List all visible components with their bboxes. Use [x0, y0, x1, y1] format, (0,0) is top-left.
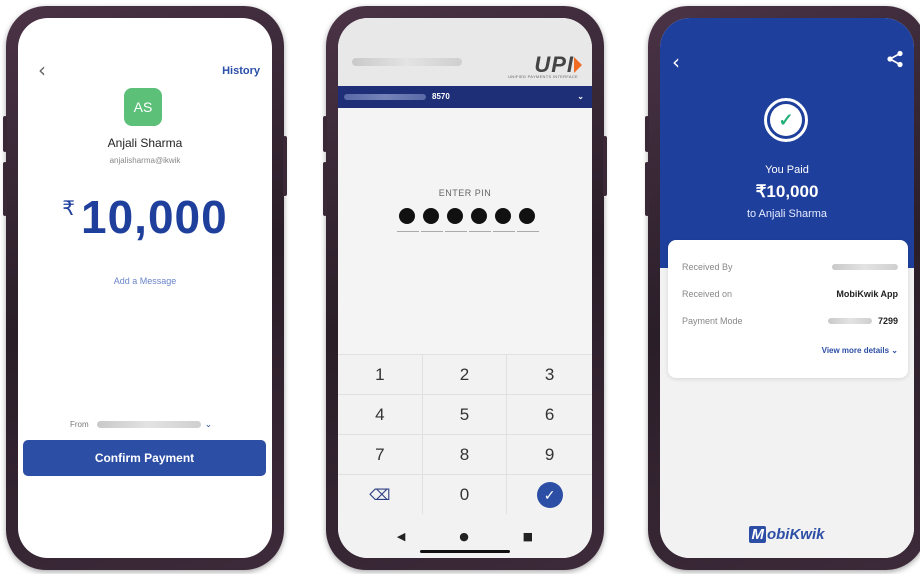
backspace-icon: ⌫	[369, 485, 391, 504]
account-selector-bar[interactable]: 8570 ⌄	[338, 86, 592, 108]
receipt-header	[660, 18, 914, 268]
detail-label: Received By	[682, 262, 733, 272]
detail-label: Received on	[682, 289, 733, 299]
back-triangle-icon[interactable]: ◀	[397, 530, 405, 543]
amount-display[interactable]: ₹10,000	[18, 190, 272, 244]
back-chevron-icon[interactable]: ‹	[672, 50, 680, 74]
pin-dot	[421, 206, 443, 232]
share-icon[interactable]	[886, 50, 904, 68]
payee-avatar: AS	[124, 88, 162, 126]
key-5[interactable]: 5	[422, 394, 508, 434]
detail-label: Payment Mode	[682, 316, 743, 326]
paid-amount: ₹10,000	[755, 182, 819, 201]
payee-name: Anjali Sharma	[107, 136, 183, 150]
key-0[interactable]: 0	[422, 474, 508, 514]
chevron-down-icon: ⌄	[891, 346, 898, 355]
pin-entry-screen: UPI UNIFIED PAYMENTS INTERFACE 8570 ⌄ EN…	[338, 18, 592, 558]
receipt-screen: ‹ ✓ You Paid ₹10,000 to Anjali Sharma Re…	[660, 18, 914, 558]
from-account-selector[interactable]: From ⌄	[70, 419, 212, 430]
from-label: From	[70, 420, 89, 429]
account-number-blurred	[344, 93, 426, 100]
pin-dot	[397, 206, 419, 232]
pin-dots	[397, 206, 539, 232]
backspace-key[interactable]: ⌫	[338, 474, 423, 514]
upi-tagline: UNIFIED PAYMENTS INTERFACE	[508, 74, 578, 79]
submit-key[interactable]: ✓	[507, 474, 592, 514]
key-4[interactable]: 4	[338, 394, 423, 434]
key-9[interactable]: 9	[507, 434, 592, 474]
back-chevron-icon[interactable]: ‹	[38, 58, 46, 82]
enter-pin-label: ENTER PIN	[438, 188, 492, 198]
key-8[interactable]: 8	[422, 434, 508, 474]
key-7[interactable]: 7	[338, 434, 423, 474]
key-6[interactable]: 6	[507, 394, 592, 434]
home-indicator	[420, 550, 510, 553]
transaction-details-card: Received By Received on MobiKwik App Pay…	[668, 240, 908, 378]
amount-value: 10,000	[81, 191, 228, 243]
confirm-payment-button[interactable]: Confirm Payment	[23, 440, 266, 476]
you-paid-label: You Paid	[765, 164, 809, 176]
mode-blurred	[827, 318, 872, 324]
pin-dot	[445, 206, 467, 232]
add-message-link[interactable]: Add a Message	[18, 276, 272, 286]
detail-row-payment-mode: Payment Mode 7299	[682, 314, 898, 328]
payment-screen: ‹ History AS Anjali Sharma anjalisharma@…	[18, 18, 272, 558]
home-circle-icon[interactable]: ●	[459, 530, 469, 543]
view-more-details-link[interactable]: View more details ⌄	[822, 346, 898, 355]
key-1[interactable]: 1	[338, 354, 423, 394]
detail-value: MobiKwik App	[836, 289, 898, 299]
phone-frame-payment: ‹ History AS Anjali Sharma anjalisharma@…	[3, 6, 287, 570]
pin-dot	[469, 206, 491, 232]
payee-upi-id: anjalisharma@ikwik	[109, 156, 181, 165]
rupee-symbol: ₹	[62, 198, 76, 220]
account-suffix: 8570	[432, 92, 450, 101]
bank-name-blurred	[352, 58, 462, 66]
bank-header: UPI UNIFIED PAYMENTS INTERFACE	[338, 18, 592, 86]
numeric-keypad: 1 2 3 4 5 6 7 8 9 ⌫ 0 ✓	[338, 354, 592, 514]
paid-to-label: to Anjali Sharma	[746, 208, 828, 220]
phone-frame-receipt: ‹ ✓ You Paid ₹10,000 to Anjali Sharma Re…	[645, 6, 920, 570]
pin-dot	[517, 206, 539, 232]
phone-frame-pin: UPI UNIFIED PAYMENTS INTERFACE 8570 ⌄ EN…	[323, 6, 607, 570]
account-name-blurred	[96, 421, 201, 428]
submit-check-icon: ✓	[536, 481, 563, 508]
history-link[interactable]: History	[222, 65, 260, 77]
detail-value: 7299	[877, 316, 898, 326]
detail-row-received-by: Received By	[682, 260, 898, 274]
mobikwik-logo: MobiKwik	[749, 526, 825, 543]
key-3[interactable]: 3	[507, 354, 592, 394]
detail-row-received-on: Received on MobiKwik App	[682, 287, 898, 301]
check-circle-icon: ✓	[764, 98, 808, 142]
recipient-blurred	[832, 264, 898, 270]
key-2[interactable]: 2	[422, 354, 508, 394]
chevron-down-icon: ⌄	[577, 92, 584, 101]
chevron-down-icon: ⌄	[204, 419, 213, 429]
pin-dot	[493, 206, 515, 232]
recents-square-icon[interactable]: ■	[523, 530, 533, 543]
